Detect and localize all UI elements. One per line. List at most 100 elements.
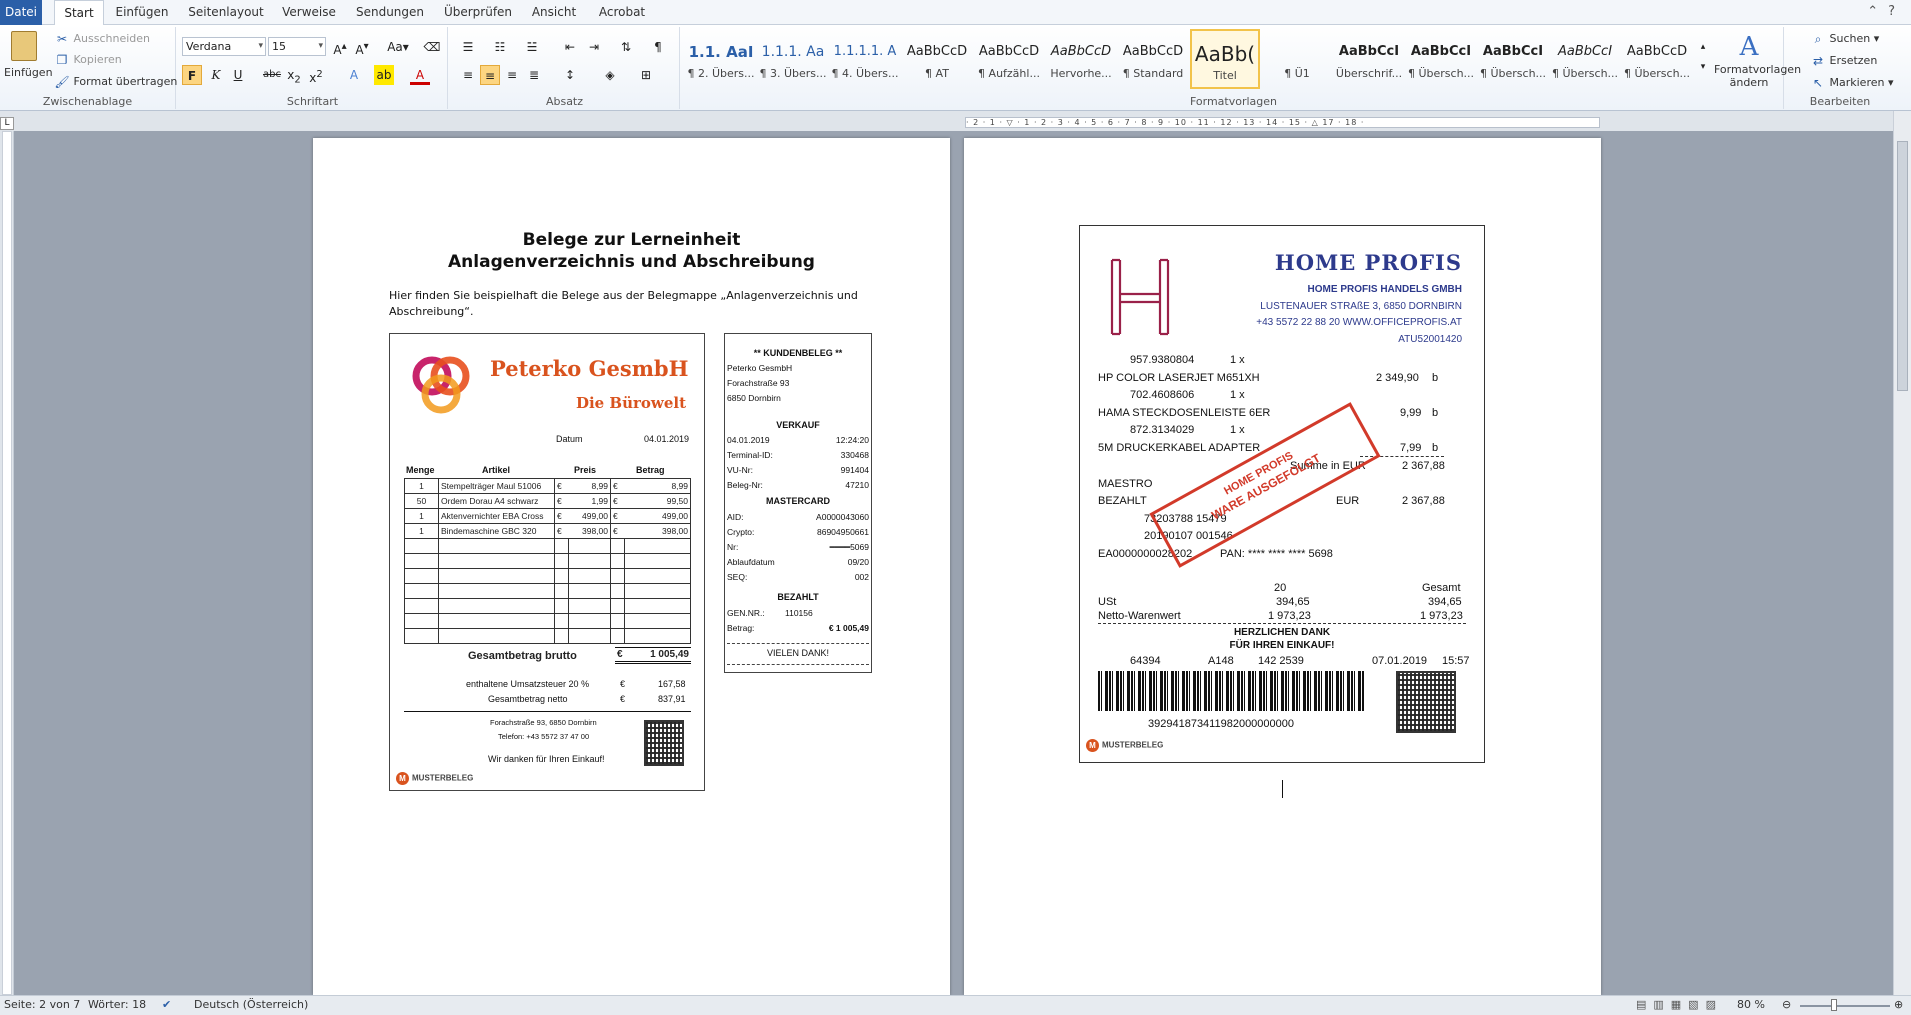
style-item-selected[interactable]: AaBb(Titel xyxy=(1190,29,1260,89)
ruler-bar[interactable]: · 2 · 1 · ▽ · 1 · 2 · 3 · 4 · 5 · 6 · 7 … xyxy=(965,117,1600,128)
tab-sendungen[interactable]: Sendungen xyxy=(352,0,428,25)
style-item[interactable]: AaBbCcI ¶ Übersch... xyxy=(1550,29,1620,89)
align-center-icon[interactable]: ≡ xyxy=(480,65,500,85)
ribbon-tabs: Datei Start Einfügen Seitenlayout Verwei… xyxy=(0,0,1911,26)
subscript-button[interactable]: x2 xyxy=(284,65,304,85)
change-case-icon[interactable]: Aa▾ xyxy=(384,37,412,57)
tab-verweise[interactable]: Verweise xyxy=(278,0,340,25)
net-value: 837,91 xyxy=(658,694,686,704)
gross-total-value: €1 005,49 xyxy=(615,647,691,664)
copy-label: Kopieren xyxy=(73,53,122,66)
grow-font-icon[interactable]: A▴ xyxy=(330,37,350,57)
zoom-level[interactable]: 80 % xyxy=(1737,998,1765,1011)
style-item[interactable]: AaBbCcI ¶ Übersch... xyxy=(1406,29,1476,89)
increase-indent-icon[interactable]: ⇥ xyxy=(584,37,604,57)
status-words[interactable]: Wörter: 18 xyxy=(88,998,146,1011)
tab-einfuegen[interactable]: Einfügen xyxy=(112,0,172,25)
style-preview: AaBbCcI xyxy=(1410,44,1472,59)
line-spacing-icon[interactable]: ↕ xyxy=(560,65,580,85)
tab-ansicht[interactable]: Ansicht xyxy=(528,0,580,25)
footer-a: 64394 xyxy=(1130,655,1161,667)
tab-acrobat[interactable]: Acrobat xyxy=(592,0,652,25)
cell: Stempelträger Maul 51006 xyxy=(438,478,555,494)
style-item[interactable]: AaBbCcD ¶ Standard xyxy=(1118,29,1188,89)
strikethrough-button[interactable]: abc xyxy=(262,65,282,85)
styles-scroll-icon[interactable]: ▴ ▾ xyxy=(1696,37,1710,72)
page-2[interactable]: HOME PROFIS HOME PROFIS HANDELS GMBH LUS… xyxy=(964,138,1601,995)
select-button[interactable]: ↖ Markieren ▾ xyxy=(1810,75,1894,91)
font-size-combo[interactable]: 15 xyxy=(268,37,326,56)
vertical-ruler-bar[interactable] xyxy=(2,131,12,995)
tab-seitenlayout[interactable]: Seitenlayout xyxy=(186,0,266,25)
scrollbar-thumb[interactable] xyxy=(1897,141,1908,391)
font-color-icon[interactable]: A xyxy=(410,65,430,85)
italic-button[interactable]: K xyxy=(206,65,226,85)
format-painter-button[interactable]: 🖌 Format übertragen xyxy=(54,74,177,90)
find-button[interactable]: ⌕ Suchen ▾ xyxy=(1810,31,1880,47)
paste-button[interactable]: Einfügen xyxy=(4,29,53,81)
help-icon[interactable]: ? xyxy=(1888,4,1905,19)
vat-label: USt xyxy=(1098,596,1117,608)
item-qty: 1 x xyxy=(1230,354,1245,366)
zoom-out-icon[interactable]: ⊖ xyxy=(1782,998,1791,1011)
bold-button[interactable]: F xyxy=(182,65,202,85)
bullets-icon[interactable]: ☰ xyxy=(458,37,478,57)
align-left-icon[interactable]: ≡ xyxy=(458,65,478,85)
style-item[interactable]: AaBbCcD ¶ Übersch... xyxy=(1622,29,1692,89)
change-styles-button[interactable]: A Formatvorlagen ändern xyxy=(1714,31,1801,89)
zoom-in-icon[interactable]: ⊕ xyxy=(1894,998,1903,1011)
pay-status: BEZAHLT xyxy=(1098,495,1147,507)
zoom-slider-thumb[interactable] xyxy=(1831,999,1837,1011)
numbering-icon[interactable]: ☷ xyxy=(490,37,510,57)
style-item[interactable]: AaBbCcD ¶ Aufzähl... xyxy=(974,29,1044,89)
proofing-icon[interactable]: ✔ xyxy=(162,998,171,1011)
copy-button[interactable]: ❐ Kopieren xyxy=(54,52,122,68)
net-total: 1 973,23 xyxy=(1420,610,1463,622)
status-page[interactable]: Seite: 2 von 7 xyxy=(4,998,80,1011)
status-language[interactable]: Deutsch (Österreich) xyxy=(194,998,308,1011)
underline-button[interactable]: U xyxy=(228,65,248,85)
tab-selector[interactable]: L xyxy=(0,117,14,130)
style-name: Titel xyxy=(1213,69,1237,82)
justify-icon[interactable]: ≣ xyxy=(524,65,544,85)
replace-button[interactable]: ⇄ Ersetzen xyxy=(1810,53,1877,69)
highlight-icon[interactable]: ab xyxy=(374,65,394,85)
tab-datei[interactable]: Datei xyxy=(0,0,42,25)
style-item[interactable]: AaBbCcD Hervorhe... xyxy=(1046,29,1116,89)
cut-button[interactable]: ✂ Ausschneiden xyxy=(54,31,150,47)
style-item[interactable]: ¶ Ü1 xyxy=(1262,29,1332,89)
pilcrow-icon[interactable]: ¶ xyxy=(648,37,668,57)
text-effects-icon[interactable]: A xyxy=(344,65,364,85)
page-1[interactable]: Belege zur Lerneinheit Anlagenverzeichni… xyxy=(313,138,950,995)
font-name-combo[interactable]: Verdana xyxy=(182,37,266,56)
minimize-ribbon-icon[interactable]: ⌃ xyxy=(1867,4,1888,19)
clear-format-icon[interactable]: ⌫ xyxy=(422,37,442,57)
barcode-number: 392941873411982000000000 xyxy=(1148,718,1295,730)
kb-addr-3: 6850 Dornbirn xyxy=(727,393,781,403)
replace-icon: ⇄ xyxy=(1812,54,1824,68)
view-buttons[interactable]: ▤▥▦▧▨ xyxy=(1636,998,1723,1011)
style-item[interactable]: AaBbCcI ¶ Übersch... xyxy=(1478,29,1548,89)
kb-card-value: ━━━━5069 xyxy=(829,542,869,552)
window-controls[interactable]: ⌃? xyxy=(1867,4,1905,19)
tab-start[interactable]: Start xyxy=(54,0,104,26)
align-right-icon[interactable]: ≡ xyxy=(502,65,522,85)
style-item[interactable]: 1.1.1.1. A ¶ 4. Übers... xyxy=(830,29,900,89)
vertical-scrollbar[interactable] xyxy=(1893,111,1911,995)
superscript-button[interactable]: x2 xyxy=(306,65,326,85)
style-preview: AaBbCcD xyxy=(1050,44,1112,59)
receipt-peterko: Peterko GesmbH Die Bürowelt Datum 04.01.… xyxy=(389,333,705,791)
multilevel-icon[interactable]: ☱ xyxy=(522,37,542,57)
tab-ueberpruefen[interactable]: Überprüfen xyxy=(440,0,516,25)
sort-icon[interactable]: ⇅ xyxy=(616,37,636,57)
style-item[interactable]: AaBbCcI Überschrif... xyxy=(1334,29,1404,89)
borders-icon[interactable]: ⊞ xyxy=(636,65,656,85)
shrink-font-icon[interactable]: A▾ xyxy=(352,37,372,57)
zoom-slider[interactable] xyxy=(1800,1005,1890,1007)
decrease-indent-icon[interactable]: ⇤ xyxy=(560,37,580,57)
item-code: 957.9380804 xyxy=(1130,354,1195,366)
style-item[interactable]: 1.1.1. Aa ¶ 3. Übers... xyxy=(758,29,828,89)
style-item[interactable]: 1.1. AaI ¶ 2. Übers... xyxy=(686,29,756,89)
style-item[interactable]: AaBbCcD ¶ AT xyxy=(902,29,972,89)
shading-icon[interactable]: ◈ xyxy=(600,65,620,85)
